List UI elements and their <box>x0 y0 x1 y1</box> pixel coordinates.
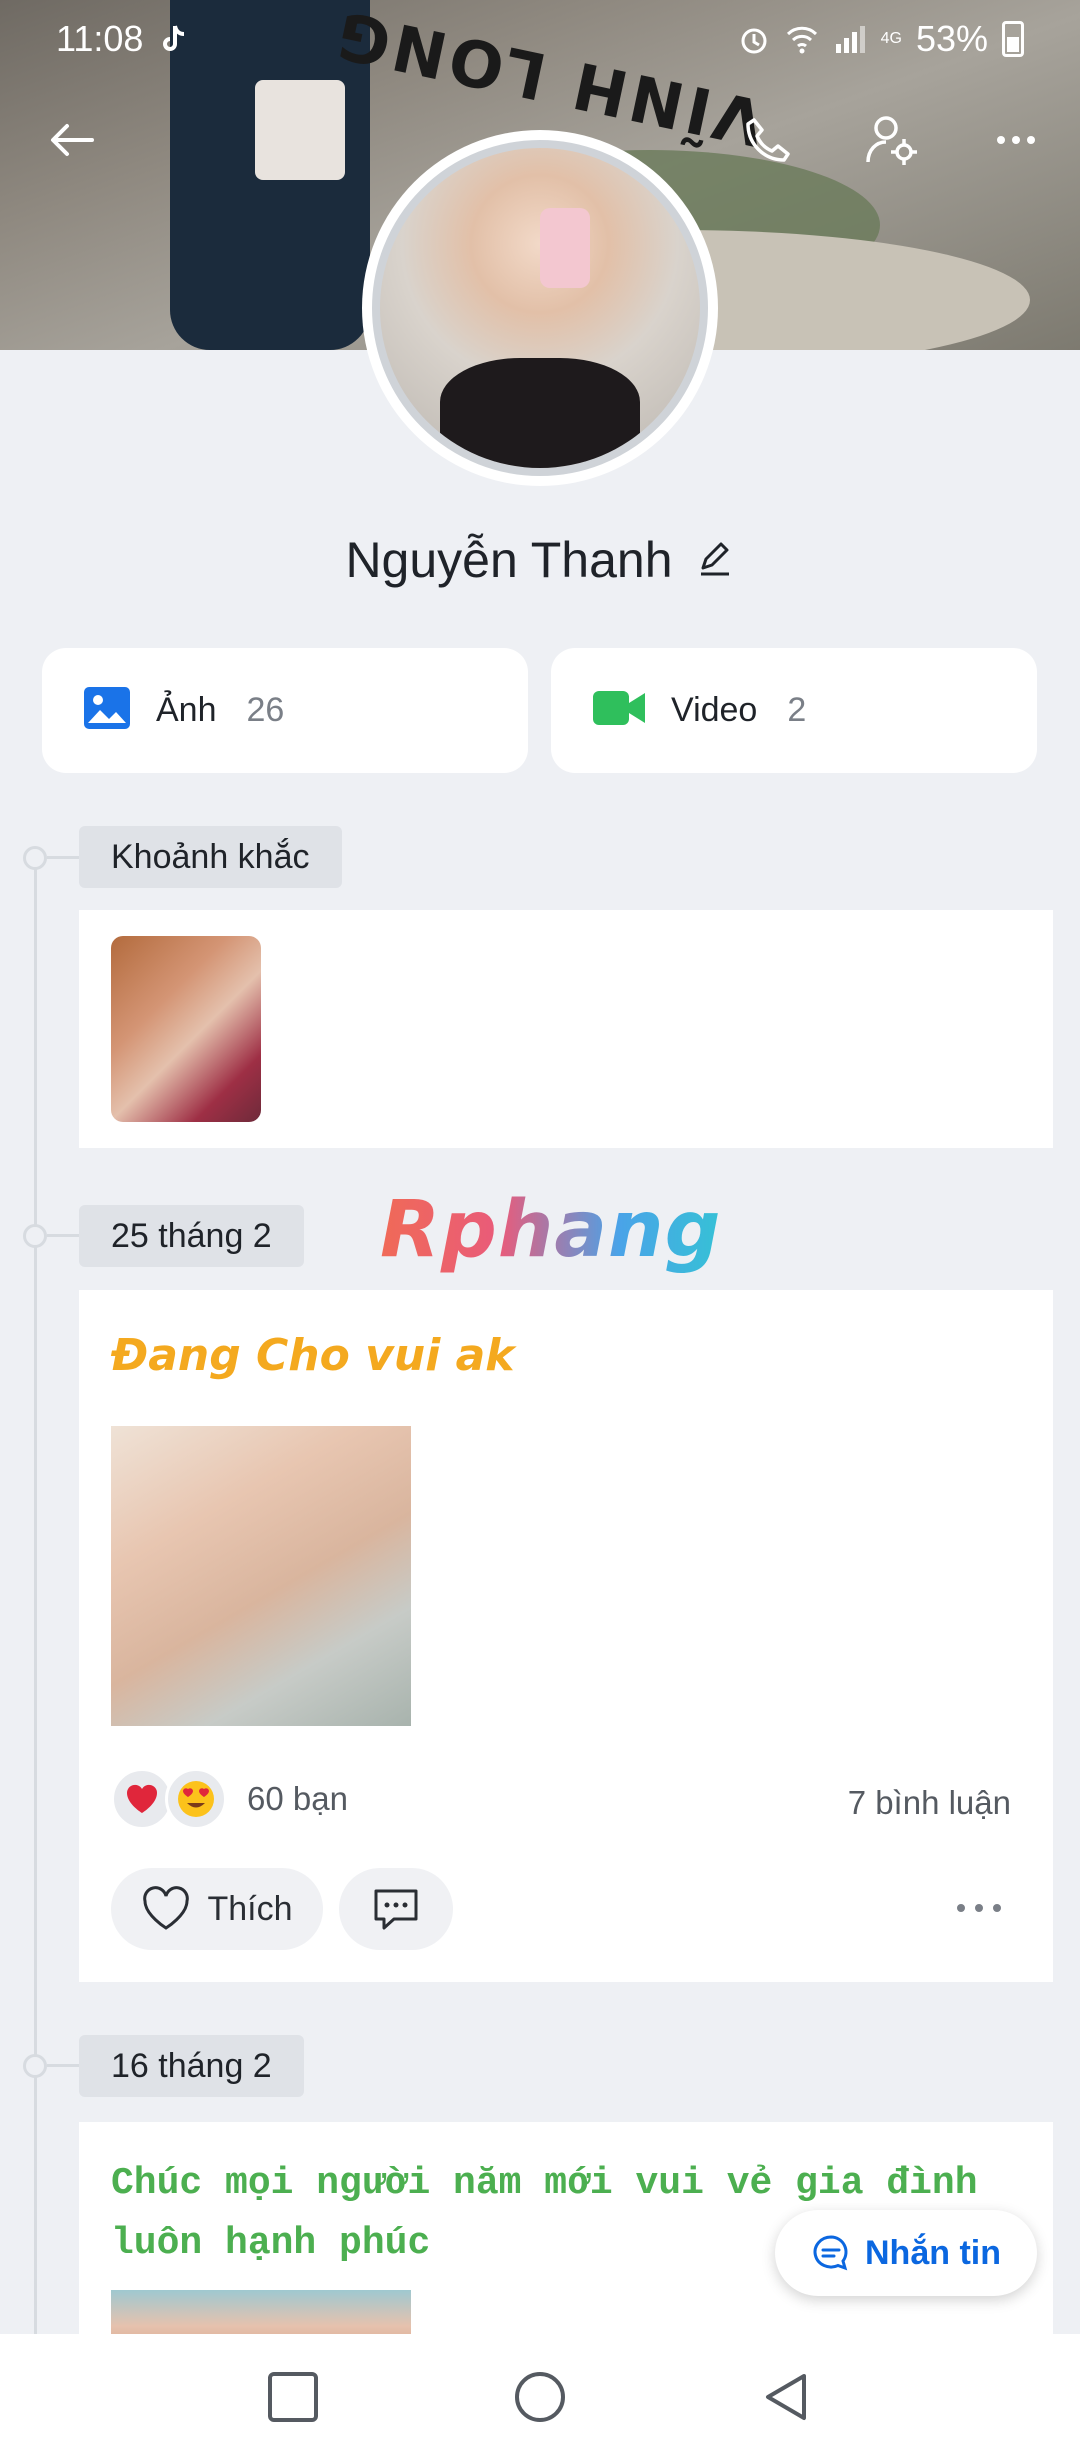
phone-icon <box>746 118 790 162</box>
back-button[interactable] <box>32 100 112 180</box>
post-card: Đang Cho vui ak 60 bạn 7 bình luận Thích <box>79 1290 1053 1982</box>
message-button[interactable]: Nhắn tin <box>775 2210 1037 2296</box>
status-bar: 11:08 4G 53% <box>0 0 1080 78</box>
back-nav-button[interactable] <box>752 2362 822 2432</box>
call-button[interactable] <box>728 100 808 180</box>
post-more-button[interactable] <box>949 1888 1009 1928</box>
timeline-dot <box>23 2054 47 2078</box>
watermark-logo: Rphang <box>380 1185 722 1275</box>
back-arrow-icon <box>51 124 94 156</box>
video-camera-icon <box>591 683 647 738</box>
timeline-dot <box>23 1224 47 1248</box>
recent-apps-button[interactable] <box>258 2362 328 2432</box>
more-options-button[interactable] <box>976 100 1056 180</box>
chat-bubble-icon <box>813 2235 848 2271</box>
like-button[interactable]: Thích <box>111 1868 323 1950</box>
avatar-clothing <box>440 358 640 468</box>
pencil-icon <box>700 542 729 575</box>
more-dots-icon <box>957 1904 1001 1912</box>
status-time: 11:08 <box>56 18 144 59</box>
timeline-connector <box>47 856 79 859</box>
profile-name: Nguyễn Thanh <box>345 532 673 588</box>
battery-icon <box>1002 21 1024 57</box>
post-date-tag: 16 tháng 2 <box>79 2035 304 2097</box>
moments-tag: Khoảnh khắc <box>79 826 342 888</box>
profile-name-row: Nguyễn Thanh <box>0 525 1080 595</box>
system-nav-bar <box>0 2334 1080 2460</box>
home-button[interactable] <box>505 2362 575 2432</box>
photo-icon <box>82 683 132 738</box>
heart-eyes-reaction-icon <box>165 1768 227 1830</box>
profile-settings-button[interactable] <box>852 100 932 180</box>
tiktok-icon <box>157 22 191 56</box>
signal-icon <box>833 22 867 56</box>
videos-count: 2 <box>787 691 807 729</box>
reaction-summary[interactable]: 60 bạn <box>111 1768 348 1830</box>
post-date-tag: 25 tháng 2 <box>79 1205 304 1267</box>
network-type: 4G <box>880 30 902 47</box>
avatar-phone <box>540 208 590 288</box>
battery-percent: 53% <box>915 18 988 59</box>
profile-avatar[interactable] <box>362 130 718 486</box>
timeline-line <box>34 858 37 2458</box>
timeline-dot <box>23 846 47 870</box>
timeline-connector <box>47 1234 79 1237</box>
photos-label: Ảnh <box>156 691 217 729</box>
moments-card <box>79 910 1053 1148</box>
like-label: Thích <box>207 1889 293 1928</box>
comment-button[interactable] <box>339 1868 453 1950</box>
videos-card[interactable]: Video 2 <box>551 648 1037 773</box>
wifi-icon <box>785 22 819 56</box>
edit-name-button[interactable] <box>695 538 735 583</box>
avatar-image <box>372 140 708 476</box>
heart-outline-icon <box>143 1886 190 1930</box>
alarm-icon <box>737 22 771 56</box>
photos-card[interactable]: Ảnh 26 <box>42 648 528 773</box>
message-button-label: Nhắn tin <box>865 2233 1001 2272</box>
comment-bubble-icon <box>374 1889 418 1930</box>
post-text: Đang Cho vui ak <box>111 1330 515 1381</box>
comment-count[interactable]: 7 bình luận <box>848 1784 1011 1822</box>
more-dots-icon <box>997 136 1035 144</box>
videos-label: Video <box>671 691 758 729</box>
photos-count: 26 <box>246 691 285 729</box>
moment-thumbnail[interactable] <box>111 936 261 1122</box>
square-icon <box>268 2372 319 2422</box>
reaction-count: 60 bạn <box>247 1780 348 1817</box>
user-settings-icon <box>866 116 917 165</box>
timeline-connector <box>47 2064 79 2067</box>
heart-reaction-icon <box>111 1768 173 1830</box>
triangle-back-icon <box>765 2374 806 2420</box>
circle-icon <box>514 2372 565 2422</box>
post-photo[interactable] <box>111 1426 411 1726</box>
